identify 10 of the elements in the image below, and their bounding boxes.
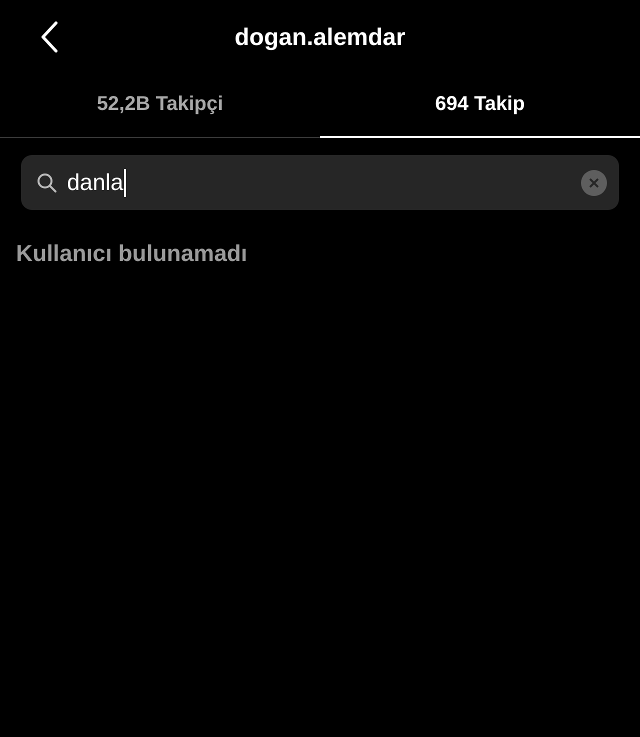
tab[interactable]: 694 Takip	[320, 76, 640, 138]
search-icon	[37, 172, 57, 192]
text-cursor	[124, 168, 126, 196]
back-icon	[40, 21, 58, 53]
no-results-message: Kullanıcı bulunamadı	[16, 240, 248, 267]
search-field[interactable]: danla	[21, 155, 619, 210]
tab[interactable]: 52,2B Takipçi	[0, 76, 320, 138]
profile-username: dogan.alemdar	[234, 24, 406, 52]
search-query: danla	[67, 169, 124, 196]
close-icon	[589, 178, 599, 188]
